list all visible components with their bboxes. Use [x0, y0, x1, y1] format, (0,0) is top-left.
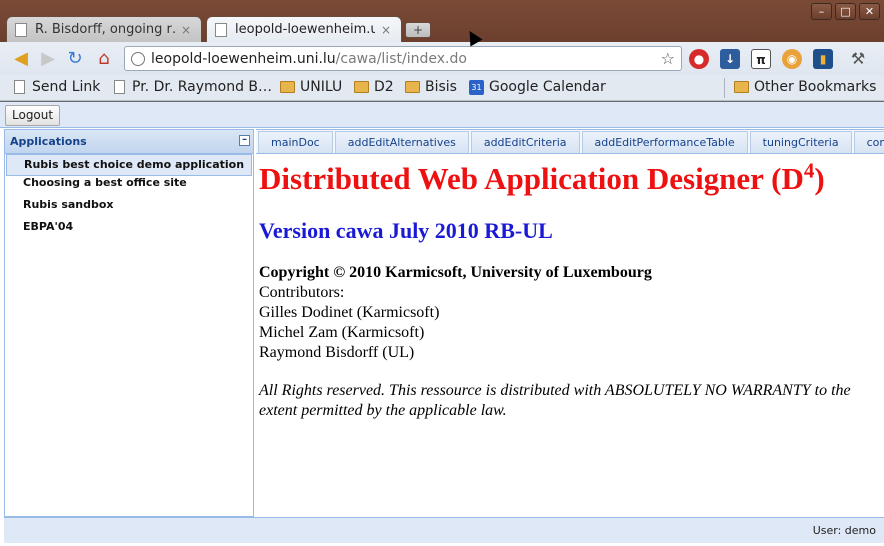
bookmark-other[interactable]: Other Bookmarks [734, 79, 876, 95]
download-extension-icon[interactable]: ↓ [720, 49, 740, 69]
app-item-ebpa04[interactable]: EBPA'04 [6, 220, 252, 242]
calendar-icon: 31 [469, 79, 484, 95]
browser-tab-leopold[interactable]: leopold-loewenheim.u… × [206, 16, 402, 42]
doc-title-end: ) [814, 161, 825, 196]
folder-icon [280, 81, 295, 93]
new-tab-button[interactable]: + [405, 22, 431, 38]
bookmark-label: Other Bookmarks [754, 79, 877, 95]
applications-panel: Applications – Rubis best choice demo ap… [4, 129, 254, 517]
browser-tab-bisdorff[interactable]: R. Bisdorff, ongoing r… × [6, 16, 202, 42]
applications-panel-header: Applications – [5, 130, 253, 154]
app-item-office-site[interactable]: Choosing a best office site [6, 176, 252, 198]
page-icon [14, 80, 25, 94]
home-icon[interactable]: ⌂ [93, 48, 115, 70]
minimize-button[interactable]: – [811, 3, 832, 20]
window-controls: – □ ✕ [811, 3, 880, 20]
url-host: leopold-loewenheim.uni.lu [151, 50, 336, 67]
user-status: User: demo [812, 524, 876, 537]
browser-toolbar: ◀ ▶ ↻ ⌂ leopold-loewenheim.uni.lu /cawa/… [0, 42, 884, 75]
chrome-extension-icon[interactable]: ◉ [782, 49, 802, 69]
doc-title-text: Distributed Web Application Designer (D [259, 161, 804, 196]
doc-rights-notice: All Rights reserved. This ressource is d… [259, 382, 851, 419]
tab-title: leopold-loewenheim.u… [235, 22, 375, 37]
folder-icon [734, 81, 749, 93]
close-icon[interactable]: × [379, 23, 393, 37]
doc-title-superscript: 4 [803, 158, 815, 183]
url-path: /cawa/list/index.do [335, 50, 467, 67]
forward-arrow-icon[interactable]: ▶ [37, 48, 59, 70]
bookmarks-separator [724, 78, 725, 98]
doc-version: Version cawa July 2010 RB-UL [259, 218, 553, 243]
close-icon[interactable]: × [179, 23, 193, 37]
status-bar: User: demo [4, 517, 884, 543]
doc-copyright: Copyright © 2010 Karmicsoft, University … [259, 264, 652, 281]
collapse-icon[interactable]: – [239, 135, 250, 146]
bookmarks-bar: Send Link Pr. Dr. Raymond B… UNILU D2 Bi… [0, 75, 884, 101]
back-arrow-icon[interactable]: ◀ [10, 48, 32, 70]
app-item-rubis-demo[interactable]: Rubis best choice demo application [6, 154, 252, 176]
bookmark-raymond[interactable]: Pr. Dr. Raymond B… [114, 79, 272, 95]
contributor-item: Gilles Dodinet (Karmicsoft) [259, 304, 440, 321]
logout-button[interactable]: Logout [5, 105, 61, 126]
page-icon [114, 80, 125, 94]
doc-title: Distributed Web Application Designer (D4… [259, 160, 879, 198]
tab-strip: R. Bisdorff, ongoing r… × leopold-loewen… [0, 0, 884, 42]
tab-title: R. Bisdorff, ongoing r… [35, 22, 175, 37]
app-item-rubis-sandbox[interactable]: Rubis sandbox [6, 198, 252, 220]
bookmark-send-link[interactable]: Send Link [14, 79, 100, 95]
bookmark-google-calendar[interactable]: 31 Google Calendar [469, 79, 606, 95]
analytics-extension-icon[interactable]: ▮ [813, 49, 833, 69]
page-icon [15, 22, 27, 37]
bookmark-label: Pr. Dr. Raymond B… [132, 79, 273, 95]
address-bar[interactable]: leopold-loewenheim.uni.lu /cawa/list/ind… [124, 46, 682, 71]
bookmark-label: D2 [374, 79, 394, 95]
main-document: Distributed Web Application Designer (D4… [259, 160, 879, 421]
bookmark-unilu[interactable]: UNILU [280, 79, 342, 95]
panel-title: Applications [10, 135, 87, 148]
stop-extension-icon[interactable]: ● [689, 49, 709, 69]
contributor-item: Michel Zam (Karmicsoft) [259, 324, 425, 341]
tab-add-edit-criteria[interactable]: addEditCriteria [470, 131, 580, 153]
browser-window: R. Bisdorff, ongoing r… × leopold-loewen… [0, 0, 884, 546]
bookmark-star-icon[interactable]: ☆ [661, 49, 675, 68]
tab-add-edit-alternatives[interactable]: addEditAlternatives [334, 131, 469, 153]
bookmark-label: Send Link [32, 79, 101, 95]
pi-extension-icon[interactable]: π [751, 49, 771, 69]
main-content: mainDoc addEditAlternatives addEditCriteri… [256, 129, 884, 517]
globe-icon [131, 51, 145, 66]
bookmark-label: UNILU [300, 79, 343, 95]
maximize-button[interactable]: □ [835, 3, 856, 20]
tab-maindoc[interactable]: mainDoc [258, 131, 333, 153]
bookmark-label: Google Calendar [489, 79, 606, 95]
wrench-icon[interactable]: ⚒ [848, 49, 868, 69]
folder-icon [354, 81, 369, 93]
contributors-label: Contributors: [259, 284, 345, 301]
tab-tuning-criteria[interactable]: tuningCriteria [749, 131, 852, 153]
contributor-item: Raymond Bisdorff (UL) [259, 344, 415, 361]
tab-compare-alternatives[interactable]: compareAlternatives [853, 131, 884, 153]
bookmark-bisis[interactable]: Bisis [405, 79, 457, 95]
web-page: Logout Applications – Rubis best choice … [0, 102, 884, 546]
close-window-button[interactable]: ✕ [859, 3, 880, 20]
bookmark-label: Bisis [425, 79, 457, 95]
folder-icon [405, 81, 420, 93]
bookmark-d2[interactable]: D2 [354, 79, 394, 95]
app-topbar: Logout [0, 102, 884, 128]
reload-icon[interactable]: ↻ [64, 48, 86, 70]
content-tabs: mainDoc addEditAlternatives addEditCriteri… [256, 130, 884, 154]
page-icon [215, 22, 227, 37]
tab-add-edit-performance-table[interactable]: addEditPerformanceTable [581, 131, 748, 153]
